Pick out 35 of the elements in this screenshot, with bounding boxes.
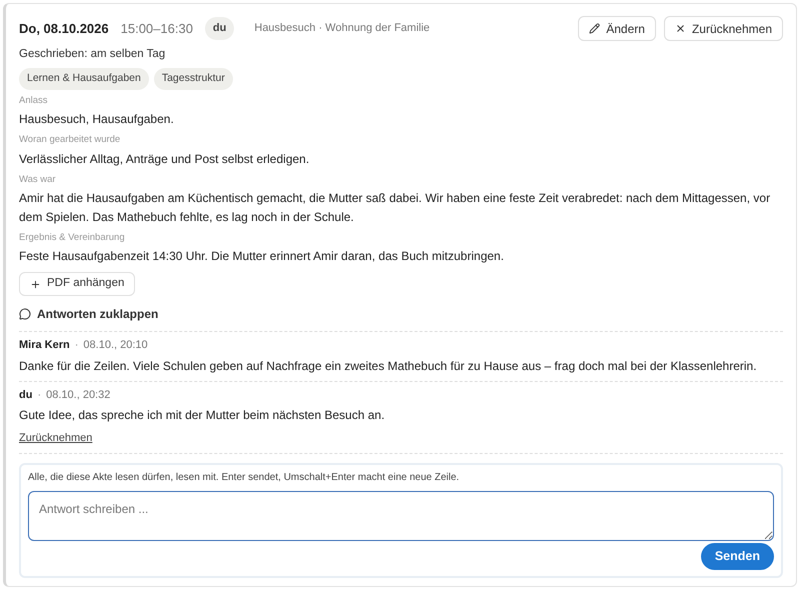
section-text: Hausbesuch, Hausaufgaben. [19, 111, 175, 128]
written-note: Geschrieben: am selben Tag [19, 47, 166, 62]
entry-time: 15:00–16:30 [120, 20, 193, 38]
reply-author: Mira Kern [19, 338, 70, 353]
plus-icon [30, 278, 41, 290]
section-label: Anlass [19, 94, 49, 108]
speech-bubble-icon [19, 308, 31, 320]
section-text: Verlässlicher Alltag, Anträge und Post selbst erledigen. [19, 150, 310, 168]
replies-toggle[interactable]: Antworten zuklappen [19, 305, 783, 323]
revoke-button[interactable]: Zurücknehmen [664, 16, 783, 41]
reply-time: 08.10., 20:32 [46, 388, 110, 402]
topic-tag: Lernen & Hausaufgaben [19, 68, 149, 90]
entry-date: Do, 08.10.2026 [19, 20, 109, 38]
section-label: Woran gearbeitet wurde [19, 133, 122, 148]
author-badge: du [204, 17, 234, 40]
attach-pdf-button[interactable]: PDF anhängen [19, 272, 136, 296]
reply-input[interactable]: Antwort schreiben ... [28, 491, 774, 541]
send-button[interactable]: Senden [700, 543, 774, 570]
section-label: Was war [19, 172, 57, 186]
reply-author: du [19, 388, 32, 402]
section-text: Amir hat die Hausaufgaben am Küchentisch gemacht, die Mutter saß dabei. Wir haben eine feste Zeit verabredet: nach dem Mittagessen, vor dem Spielen. Das Mathebuch fehlte, es lag noch in der Schule. [19, 190, 772, 226]
reply-time: 08.10., 20:10 [83, 338, 148, 353]
reply-text: Danke für die Zeilen. Viele Schulen geben auf Nachfrage ein zweites Mathebuch für zu Hause aus – frag doch mal bei der Klassenlehrerin. [19, 358, 758, 374]
section-label: Ergebnis & Vereinbarung [19, 230, 126, 245]
section-text: Feste Hausaufgabenzeit 14:30 Uhr. Die Mutter erinnert Amir daran, das Buch mitzubringen. [19, 248, 505, 265]
revoke-link[interactable]: Zurücknehmen [19, 430, 783, 446]
entry-place: Hausbesuch · Wohnung der Familie [254, 21, 430, 36]
reply-text: Gute Idee, das spreche ich mit der Mutter beim nächsten Besuch an. [19, 407, 386, 424]
separator-dot: · [74, 338, 78, 353]
topic-tag: Tagesstruktur [154, 68, 233, 90]
edit-button[interactable]: Ändern [578, 16, 656, 41]
pencil-icon [589, 23, 600, 34]
separator-dot: · [37, 388, 42, 402]
composer-hint: Alle, die diese Akte lesen dürfen, lesen mit. Enter sendet, Umschalt+Enter macht eine neue Zeile. [28, 471, 460, 485]
close-icon [674, 23, 686, 34]
